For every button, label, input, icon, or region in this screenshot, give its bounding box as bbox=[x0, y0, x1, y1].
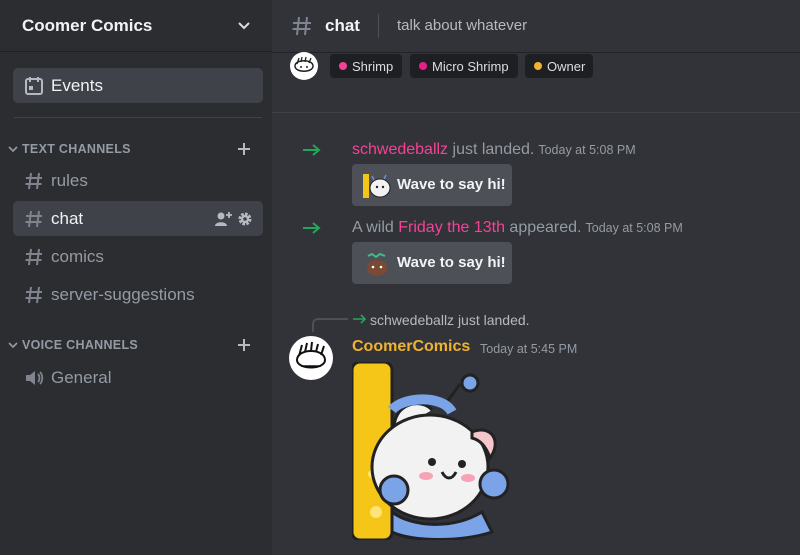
avatar[interactable] bbox=[290, 52, 318, 80]
channel-server-suggestions[interactable]: server-suggestions bbox=[13, 277, 263, 312]
role-color-dot bbox=[339, 62, 347, 70]
header-divider bbox=[378, 14, 379, 38]
wave-label: Wave to say hi! bbox=[397, 254, 506, 271]
server-header[interactable]: Coomer Comics bbox=[0, 0, 272, 52]
speaker-icon bbox=[26, 371, 44, 385]
role-color-dot bbox=[534, 62, 542, 70]
channel-chat[interactable]: chat bbox=[13, 201, 263, 236]
system-message: schwedeballz just landed. Today at 5:08 P… bbox=[352, 141, 636, 159]
role-badge[interactable]: Owner bbox=[525, 54, 593, 78]
username[interactable]: schwedeballz bbox=[352, 141, 448, 158]
server-name: Coomer Comics bbox=[22, 16, 153, 35]
events-label: Events bbox=[51, 76, 103, 95]
system-text: just landed. bbox=[448, 141, 535, 158]
category-label: VOICE CHANNELS bbox=[22, 338, 139, 352]
role-label: Shrimp bbox=[352, 59, 394, 74]
system-text-prefix: A wild bbox=[352, 219, 399, 236]
message-author[interactable]: CoomerComics bbox=[352, 338, 470, 356]
voice-channel-general[interactable]: General bbox=[13, 360, 263, 395]
system-message: A wild Friday the 13th appeared. Today at… bbox=[352, 219, 683, 237]
role-label: Micro Shrimp bbox=[432, 59, 509, 74]
sidebar-divider bbox=[14, 117, 262, 118]
add-channel-icon[interactable] bbox=[236, 141, 252, 157]
channel-label: server-suggestions bbox=[51, 285, 195, 304]
avatar-drawing bbox=[295, 341, 327, 369]
peek-sticker-image[interactable] bbox=[352, 362, 522, 540]
username[interactable]: Friday the 13th bbox=[398, 219, 505, 236]
chevron-down-icon[interactable] bbox=[236, 17, 252, 33]
wave-sticker-icon bbox=[363, 174, 391, 198]
avatar-drawing bbox=[294, 56, 314, 72]
role-color-dot bbox=[419, 62, 427, 70]
timestamp: Today at 5:08 PM bbox=[585, 221, 683, 235]
channel-comics[interactable]: comics bbox=[13, 239, 263, 274]
system-text: appeared. bbox=[504, 219, 582, 236]
avatar[interactable] bbox=[289, 336, 333, 380]
hash-icon bbox=[292, 16, 311, 36]
chevron-down-icon bbox=[8, 342, 18, 349]
reply-arrow-icon bbox=[353, 314, 367, 324]
hash-icon bbox=[25, 248, 42, 266]
channel-label: rules bbox=[51, 171, 88, 190]
join-arrow-icon bbox=[303, 144, 321, 156]
hash-icon bbox=[25, 172, 42, 190]
events-button[interactable]: Events bbox=[13, 68, 263, 103]
hash-icon bbox=[25, 286, 42, 304]
message-divider bbox=[272, 112, 800, 113]
wave-label: Wave to say hi! bbox=[397, 176, 506, 193]
hash-icon bbox=[25, 210, 42, 228]
channel-header: chat talk about whatever bbox=[272, 0, 800, 53]
role-label: Owner bbox=[547, 59, 586, 74]
invite-user-icon[interactable] bbox=[214, 211, 232, 227]
channel-rules[interactable]: rules bbox=[13, 163, 263, 198]
wave-button[interactable]: Wave to say hi! bbox=[352, 164, 512, 206]
timestamp: Today at 5:08 PM bbox=[538, 143, 636, 157]
role-badge[interactable]: Shrimp bbox=[330, 54, 402, 78]
join-arrow-icon bbox=[303, 222, 321, 234]
add-channel-icon[interactable] bbox=[236, 337, 252, 353]
channel-title: chat bbox=[325, 16, 360, 35]
channel-topic: talk about whatever bbox=[397, 17, 528, 34]
chevron-down-icon bbox=[8, 146, 18, 153]
wave-sticker-icon bbox=[367, 252, 387, 276]
wave-button[interactable]: Wave to say hi! bbox=[352, 242, 512, 284]
gear-icon[interactable] bbox=[237, 211, 253, 227]
reply-preview[interactable]: schwedeballz just landed. bbox=[370, 312, 530, 328]
category-label: TEXT CHANNELS bbox=[22, 142, 131, 156]
channel-label: chat bbox=[51, 209, 84, 228]
timestamp: Today at 5:45 PM bbox=[480, 342, 578, 356]
calendar-icon bbox=[25, 77, 43, 95]
channel-sidebar: Coomer Comics Events TEXT CHANNELS rules… bbox=[0, 0, 272, 555]
role-badge[interactable]: Micro Shrimp bbox=[410, 54, 518, 78]
channel-label: General bbox=[51, 368, 112, 387]
channel-label: comics bbox=[51, 247, 104, 266]
reply-connector bbox=[312, 318, 348, 332]
